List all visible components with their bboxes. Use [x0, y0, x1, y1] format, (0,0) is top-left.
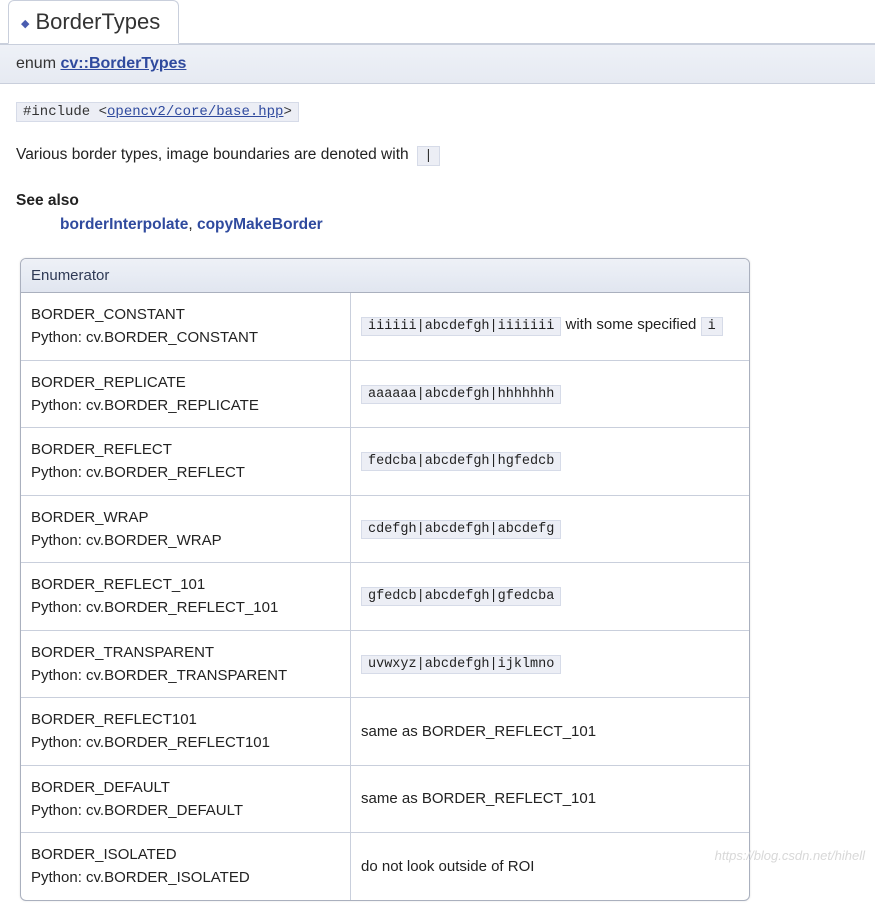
- enum-python-name: Python: cv.BORDER_WRAP: [31, 529, 340, 552]
- example-code: fedcba|abcdefgh|hgfedcb: [361, 452, 561, 471]
- enum-desc-cell: gfedcb|abcdefgh|gfedcba: [351, 562, 749, 630]
- enum-name: BORDER_WRAP: [31, 506, 340, 529]
- enum-name-cell: BORDER_REPLICATEPython: cv.BORDER_REPLIC…: [21, 360, 351, 428]
- enum-desc-cell: aaaaaa|abcdefgh|hhhhhhh: [351, 360, 749, 428]
- include-directive: #include <opencv2/core/base.hpp>: [16, 102, 299, 122]
- enumerator-table-header: Enumerator: [21, 259, 749, 293]
- enum-desc-cell: do not look outside of ROI: [351, 832, 749, 900]
- content-area: #include <opencv2/core/base.hpp> Various…: [0, 84, 875, 911]
- example-code-tail: i: [701, 317, 723, 336]
- see-also-separator: ,: [188, 216, 197, 233]
- tab-title: BorderTypes: [35, 9, 160, 34]
- desc-text: same as BORDER_REFLECT_101: [361, 790, 596, 807]
- description-line: Various border types, image boundaries a…: [16, 146, 859, 166]
- enum-keyword: enum: [16, 55, 56, 72]
- enum-python-name: Python: cv.BORDER_REFLECT_101: [31, 596, 340, 619]
- watermark: https://blog.csdn.net/hihell: [715, 848, 865, 863]
- see-also-link-borderinterpolate[interactable]: borderInterpolate: [60, 216, 188, 233]
- enum-table-wrap: Enumerator BORDER_CONSTANTPython: cv.BOR…: [20, 258, 855, 901]
- table-row: BORDER_TRANSPARENTPython: cv.BORDER_TRAN…: [21, 630, 749, 698]
- table-row: BORDER_WRAPPython: cv.BORDER_WRAP cdefgh|…: [21, 495, 749, 563]
- enum-name: BORDER_CONSTANT: [31, 303, 340, 326]
- enum-desc-cell: iiiiii|abcdefgh|iiiiiii with some specif…: [351, 293, 749, 360]
- table-row: BORDER_REFLECT101Python: cv.BORDER_REFLE…: [21, 697, 749, 765]
- enum-name: BORDER_TRANSPARENT: [31, 641, 340, 664]
- enum-name: BORDER_DEFAULT: [31, 776, 340, 799]
- enum-python-name: Python: cv.BORDER_REPLICATE: [31, 394, 340, 417]
- see-also-link-copymakeborder[interactable]: copyMakeBorder: [197, 216, 323, 233]
- example-code: uvwxyz|abcdefgh|ijklmno: [361, 655, 561, 674]
- enum-name: BORDER_REFLECT_101: [31, 573, 340, 596]
- example-code: aaaaaa|abcdefgh|hhhhhhh: [361, 385, 561, 404]
- enum-name-cell: BORDER_ISOLATEDPython: cv.BORDER_ISOLATE…: [21, 832, 351, 900]
- enum-name: BORDER_REFLECT: [31, 438, 340, 461]
- enum-desc-cell: uvwxyz|abcdefgh|ijklmno: [351, 630, 749, 698]
- description-text: Various border types, image boundaries a…: [16, 146, 409, 163]
- enum-python-name: Python: cv.BORDER_DEFAULT: [31, 799, 340, 822]
- enum-name-cell: BORDER_WRAPPython: cv.BORDER_WRAP: [21, 495, 351, 563]
- enum-python-name: Python: cv.BORDER_ISOLATED: [31, 866, 340, 889]
- enum-signature-bar: enum cv::BorderTypes: [0, 44, 875, 84]
- enum-name: BORDER_REFLECT101: [31, 708, 340, 731]
- desc-text: do not look outside of ROI: [361, 858, 534, 875]
- enum-name-cell: BORDER_TRANSPARENTPython: cv.BORDER_TRAN…: [21, 630, 351, 698]
- table-row: BORDER_REFLECTPython: cv.BORDER_REFLECT f…: [21, 427, 749, 495]
- enum-python-name: Python: cv.BORDER_REFLECT: [31, 461, 340, 484]
- enum-name-cell: BORDER_REFLECT101Python: cv.BORDER_REFLE…: [21, 697, 351, 765]
- description-code: |: [417, 146, 439, 166]
- enum-desc-cell: cdefgh|abcdefgh|abcdefg: [351, 495, 749, 563]
- enum-desc-cell: fedcba|abcdefgh|hgfedcb: [351, 427, 749, 495]
- enum-python-name: Python: cv.BORDER_TRANSPARENT: [31, 664, 340, 687]
- tab-bordertypes[interactable]: ◆ BorderTypes: [8, 0, 179, 44]
- include-prefix: #include <: [23, 104, 107, 120]
- see-also-header: See also: [16, 192, 859, 210]
- include-path-link[interactable]: opencv2/core/base.hpp: [107, 104, 283, 120]
- table-row: BORDER_ISOLATEDPython: cv.BORDER_ISOLATE…: [21, 832, 749, 900]
- enum-python-name: Python: cv.BORDER_CONSTANT: [31, 326, 340, 349]
- desc-text: same as BORDER_REFLECT_101: [361, 723, 596, 740]
- enum-name: BORDER_REPLICATE: [31, 371, 340, 394]
- enum-desc-cell: same as BORDER_REFLECT_101: [351, 697, 749, 765]
- example-code: gfedcb|abcdefgh|gfedcba: [361, 587, 561, 606]
- example-code: iiiiii|abcdefgh|iiiiiii: [361, 317, 561, 336]
- enum-name-cell: BORDER_REFLECT_101Python: cv.BORDER_REFL…: [21, 562, 351, 630]
- enumerator-table: Enumerator BORDER_CONSTANTPython: cv.BOR…: [20, 258, 750, 901]
- enum-name-cell: BORDER_CONSTANTPython: cv.BORDER_CONSTAN…: [21, 293, 351, 360]
- tab-header: ◆ BorderTypes: [0, 0, 875, 44]
- desc-text: with some specified: [561, 316, 700, 333]
- table-row: BORDER_REFLECT_101Python: cv.BORDER_REFL…: [21, 562, 749, 630]
- table-row: BORDER_CONSTANTPython: cv.BORDER_CONSTAN…: [21, 293, 749, 360]
- see-also-links: borderInterpolate, copyMakeBorder: [60, 216, 859, 234]
- enum-python-name: Python: cv.BORDER_REFLECT101: [31, 731, 340, 754]
- table-row: BORDER_REPLICATEPython: cv.BORDER_REPLIC…: [21, 360, 749, 428]
- enum-desc-cell: same as BORDER_REFLECT_101: [351, 765, 749, 833]
- enum-name: BORDER_ISOLATED: [31, 843, 340, 866]
- enum-name-cell: BORDER_REFLECTPython: cv.BORDER_REFLECT: [21, 427, 351, 495]
- include-suffix: >: [283, 104, 291, 120]
- enum-name-cell: BORDER_DEFAULTPython: cv.BORDER_DEFAULT: [21, 765, 351, 833]
- diamond-icon: ◆: [21, 18, 29, 30]
- example-code: cdefgh|abcdefgh|abcdefg: [361, 520, 561, 539]
- table-row: BORDER_DEFAULTPython: cv.BORDER_DEFAULT s…: [21, 765, 749, 833]
- enum-name-link[interactable]: cv::BorderTypes: [60, 55, 186, 72]
